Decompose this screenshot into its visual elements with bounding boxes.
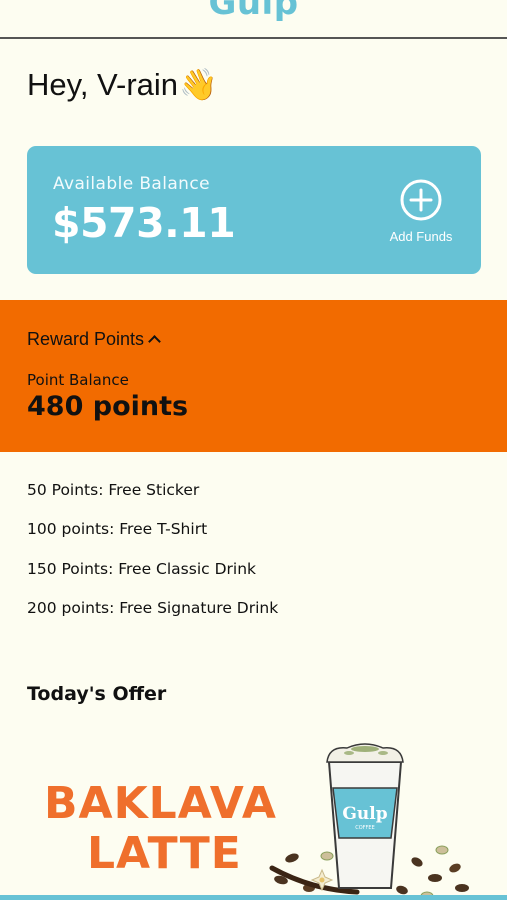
chevron-up-icon: [148, 335, 161, 348]
reward-tiers-list: 50 Points: Free Sticker 100 points: Free…: [27, 481, 278, 638]
cup-brand-text: Gulp: [342, 804, 387, 824]
reward-points-toggle[interactable]: Reward Points: [27, 329, 161, 350]
list-item: 100 points: Free T-Shirt: [27, 520, 208, 539]
balance-label: Available Balance: [53, 174, 210, 194]
reward-points-label: Reward Points: [27, 329, 145, 349]
list-item: 200 points: Free Signature Drink: [27, 598, 279, 617]
add-funds-button[interactable]: Add Funds: [383, 179, 459, 249]
list-item: 150 Points: Free Classic Drink: [27, 559, 256, 578]
bottom-bar: [0, 895, 507, 900]
todays-offer-title: Today's Offer: [27, 683, 167, 705]
offer-name-line2: LATTE: [87, 828, 242, 879]
cup-sub-text: COFFEE: [355, 825, 375, 831]
brand-logo: Gulp: [208, 0, 299, 23]
add-funds-label: Add Funds: [389, 229, 453, 244]
offer-banner[interactable]: BAKLAVA LATTE Gulp COFFEE: [0, 740, 507, 900]
waving-hand-icon: 👋: [179, 67, 218, 102]
top-bar: Gulp: [0, 0, 507, 39]
balance-amount: $573.11: [52, 199, 236, 247]
list-item: 50 Points: Free Sticker: [27, 481, 200, 499]
plus-circle-icon: [400, 179, 442, 221]
greeting: Hey, V-rain👋: [27, 66, 218, 103]
offer-name-line1: BAKLAVA: [44, 778, 277, 829]
point-balance-label: Point Balance: [27, 371, 129, 389]
balance-card: Available Balance $573.11 Add Funds: [27, 146, 481, 274]
coffee-cup-illustration: Gulp COFFEE: [269, 743, 469, 900]
reward-points-section: Reward Points Point Balance 480 points: [0, 300, 507, 452]
point-balance-value: 480 points: [27, 391, 189, 422]
greeting-text: Hey, V-rain: [27, 67, 179, 102]
app-screen: Gulp Hey, V-rain👋 Available Balance $573…: [0, 0, 507, 900]
